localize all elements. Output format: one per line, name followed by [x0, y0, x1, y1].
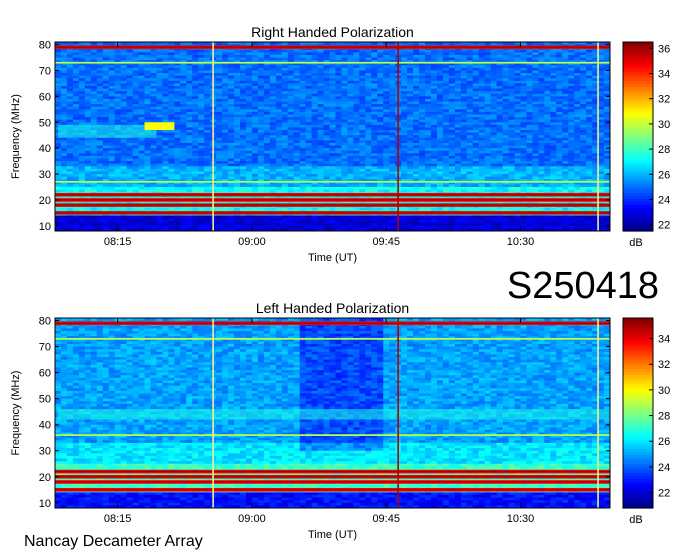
observation-id: S250418 [507, 265, 659, 307]
spectrogram-panel-1: Right Handed Polarization102030405060708… [10, 24, 670, 264]
dynamic-spectrum-figure: S250418 Nancay Decameter Array Right Han… [10, 24, 670, 550]
instrument-name: Nancay Decameter Array [24, 533, 203, 550]
heatmap-1 [55, 42, 610, 231]
